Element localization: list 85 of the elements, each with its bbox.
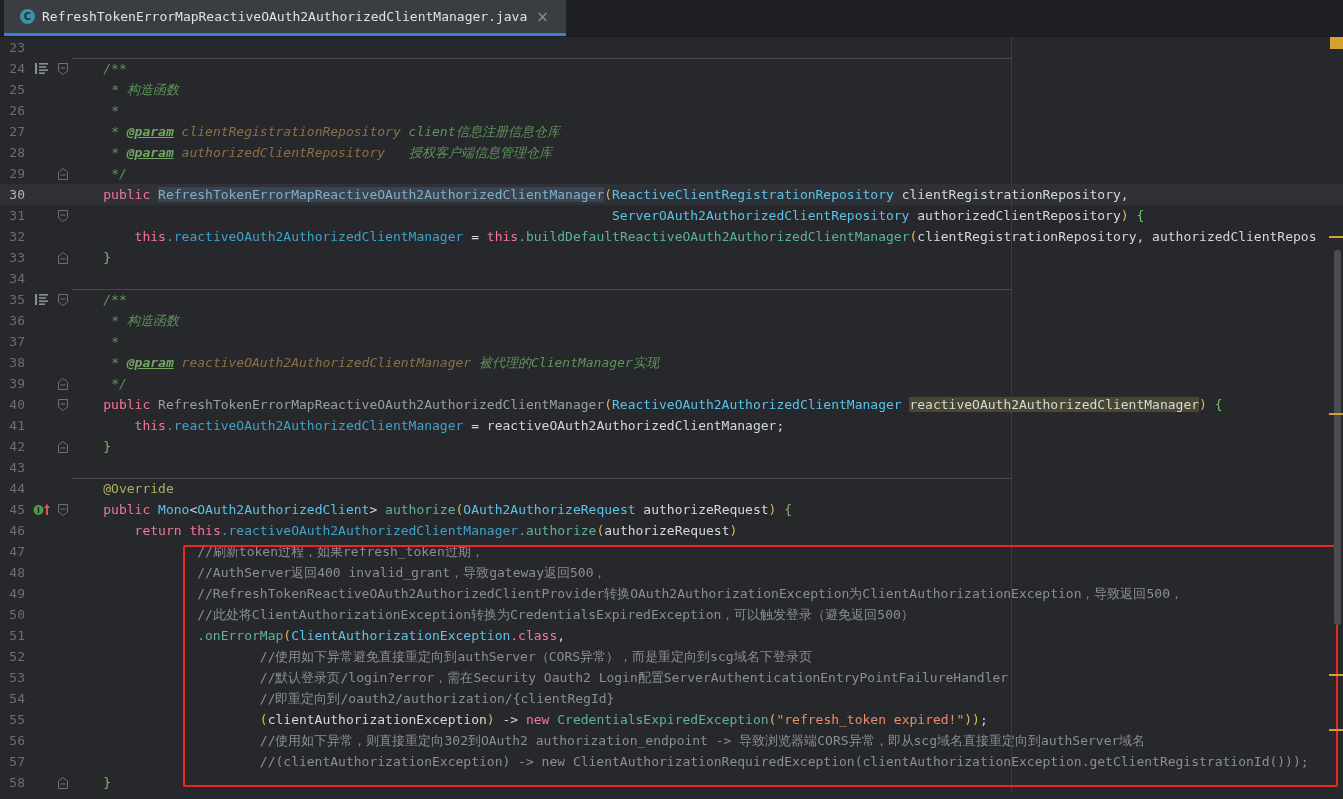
code-line: //(clientAuthorizationException) -> new ClientAuthorizationRequiredException(clientAuthorizationException.getClientRegistrationId())); <box>259 754 1309 769</box>
code-line: //默认登录页/login?error，需在Security Oauth2 Login配置ServerAuthenticationEntryPointFailureHandler <box>259 668 1009 687</box>
fold-icon[interactable] <box>58 377 68 390</box>
code-line: (clientAuthorizationException) -> new CredentialsExpiredException("refresh_token expired!")); <box>259 712 988 727</box>
code-line: return this.reactiveOAuth2AuthorizedClientManager.authorize(authorizeRequest) <box>134 523 738 538</box>
code-line: //AuthServer返回400 invalid_grant，导致gateway返回500， <box>197 563 607 582</box>
line-number: 57 <box>8 754 25 769</box>
line-number: 43 <box>8 460 25 475</box>
doc-render-icon[interactable] <box>35 63 48 74</box>
line-number: 27 <box>8 124 25 139</box>
code-line: ServerOAuth2AuthorizedClientRepository authorizedClientRepository) { <box>612 208 1145 223</box>
line-number: 32 <box>8 229 25 244</box>
fold-icon[interactable] <box>58 251 68 264</box>
code-line: public Mono<OAuth2AuthorizedClient> authorize(OAuth2AuthorizeRequest authorizeRequest) { <box>103 502 793 517</box>
line-number: 39 <box>8 376 25 391</box>
line-number: 41 <box>8 418 25 433</box>
code-line: */ <box>111 166 127 181</box>
code-line: } <box>103 775 112 790</box>
code-line: * <box>111 334 119 349</box>
code-line: //使用如下异常避免直接重定向到authServer（CORS异常），而是重定向到scg域名下登录页 <box>259 647 812 666</box>
line-number: 53 <box>8 670 25 685</box>
line-number: 42 <box>8 439 25 454</box>
line-number: 28 <box>8 145 25 160</box>
line-number: 50 <box>8 607 25 622</box>
code-line: /** <box>103 292 127 307</box>
code-line: //此处将ClientAuthorizationException转换为CredentialsExpiredException，可以触发登录（避免返回500） <box>197 605 914 624</box>
line-number: 31 <box>8 208 25 223</box>
fold-icon[interactable] <box>58 398 68 411</box>
line-number: 47 <box>8 544 25 559</box>
code-line: @Override <box>103 481 174 496</box>
line-number: 40 <box>8 397 25 412</box>
line-number: 26 <box>8 103 25 118</box>
fold-icon[interactable] <box>58 776 68 789</box>
code-line: * 构造函数 <box>111 80 179 99</box>
fold-icon[interactable] <box>58 167 68 180</box>
line-number: 29 <box>8 166 25 181</box>
code-line: //即重定向到/oauth2/authorization/{clientRegId} <box>259 689 615 708</box>
code-line: * 构造函数 <box>111 311 179 330</box>
line-number: 45 <box>8 502 25 517</box>
line-number: 34 <box>8 271 25 286</box>
line-number: 38 <box>8 355 25 370</box>
code-line: /** <box>103 61 127 76</box>
line-number: 55 <box>8 712 25 727</box>
fold-icon[interactable] <box>58 440 68 453</box>
class-icon: C <box>20 9 35 24</box>
line-number: 37 <box>8 334 25 349</box>
code-line: * <box>111 103 119 118</box>
line-number: 46 <box>8 523 25 538</box>
line-number: 33 <box>8 250 25 265</box>
code-line: public RefreshTokenErrorMapReactiveOAuth2AuthorizedClientManager(ReactiveClientRegistrationRepository clientRegistrationRepository, <box>103 187 1129 202</box>
code-line: //使用如下异常，则直接重定向302到OAuth2 authorization_endpoint -> 导致浏览器端CORS异常，即从scg域名直接重定向到authServer域名 <box>259 731 1146 750</box>
code-line: } <box>103 250 112 265</box>
line-number: 51 <box>8 628 25 643</box>
line-number: 23 <box>8 40 25 55</box>
code-line: this.reactiveOAuth2AuthorizedClientManager = this.buildDefaultReactiveOAuth2AuthorizedClientManager(clientRegistrationRepository, authorizedClientRepos <box>134 229 1317 244</box>
code-line: .onErrorMap(ClientAuthorizationException.class, <box>197 628 566 643</box>
fold-icon[interactable] <box>58 62 68 75</box>
line-number: 58 <box>8 775 25 790</box>
line-number: 52 <box>8 649 25 664</box>
fold-icon[interactable] <box>58 209 68 222</box>
tab-title: RefreshTokenErrorMapReactiveOAuth2AuthorizedClientManager.java <box>42 9 528 24</box>
line-number: 24 <box>8 61 25 76</box>
code-line: * @param clientRegistrationRepository client信息注册信息仓库 <box>111 122 560 141</box>
line-number: 36 <box>8 313 25 328</box>
scroll-thumb[interactable] <box>1334 250 1341 625</box>
line-number: 35 <box>8 292 25 307</box>
override-marker-icon[interactable] <box>32 502 51 517</box>
line-number: 48 <box>8 565 25 580</box>
fold-icon[interactable] <box>58 293 68 306</box>
code-line: public RefreshTokenErrorMapReactiveOAuth2AuthorizedClientManager(ReactiveOAuth2AuthorizedClientManager reactiveOAuth2AuthorizedClientManager) { <box>103 397 1223 412</box>
line-number: 25 <box>8 82 25 97</box>
line-number: 44 <box>8 481 25 496</box>
code-line: this.reactiveOAuth2AuthorizedClientManager = reactiveOAuth2AuthorizedClientManager; <box>134 418 785 433</box>
line-number: 54 <box>8 691 25 706</box>
line-number: 30 <box>8 187 25 202</box>
file-tab[interactable]: C RefreshTokenErrorMapReactiveOAuth2AuthorizedClientManager.java × <box>4 0 566 36</box>
code-line: //RefreshTokenReactiveOAuth2AuthorizedClientProvider转换OAuth2AuthorizationException为ClientAuthorizationException，导致返回500， <box>197 584 1183 603</box>
fold-icon[interactable] <box>58 503 68 516</box>
code-line: * @param authorizedClientRepository 授权客户端信息管理仓库 <box>111 143 552 162</box>
line-number: 56 <box>8 733 25 748</box>
code-line: } <box>103 439 112 454</box>
code-line: * @param reactiveOAuth2AuthorizedClientManager 被代理的ClientManager实现 <box>111 353 659 372</box>
doc-render-icon[interactable] <box>35 294 48 305</box>
line-number: 49 <box>8 586 25 601</box>
code-line: */ <box>111 376 127 391</box>
